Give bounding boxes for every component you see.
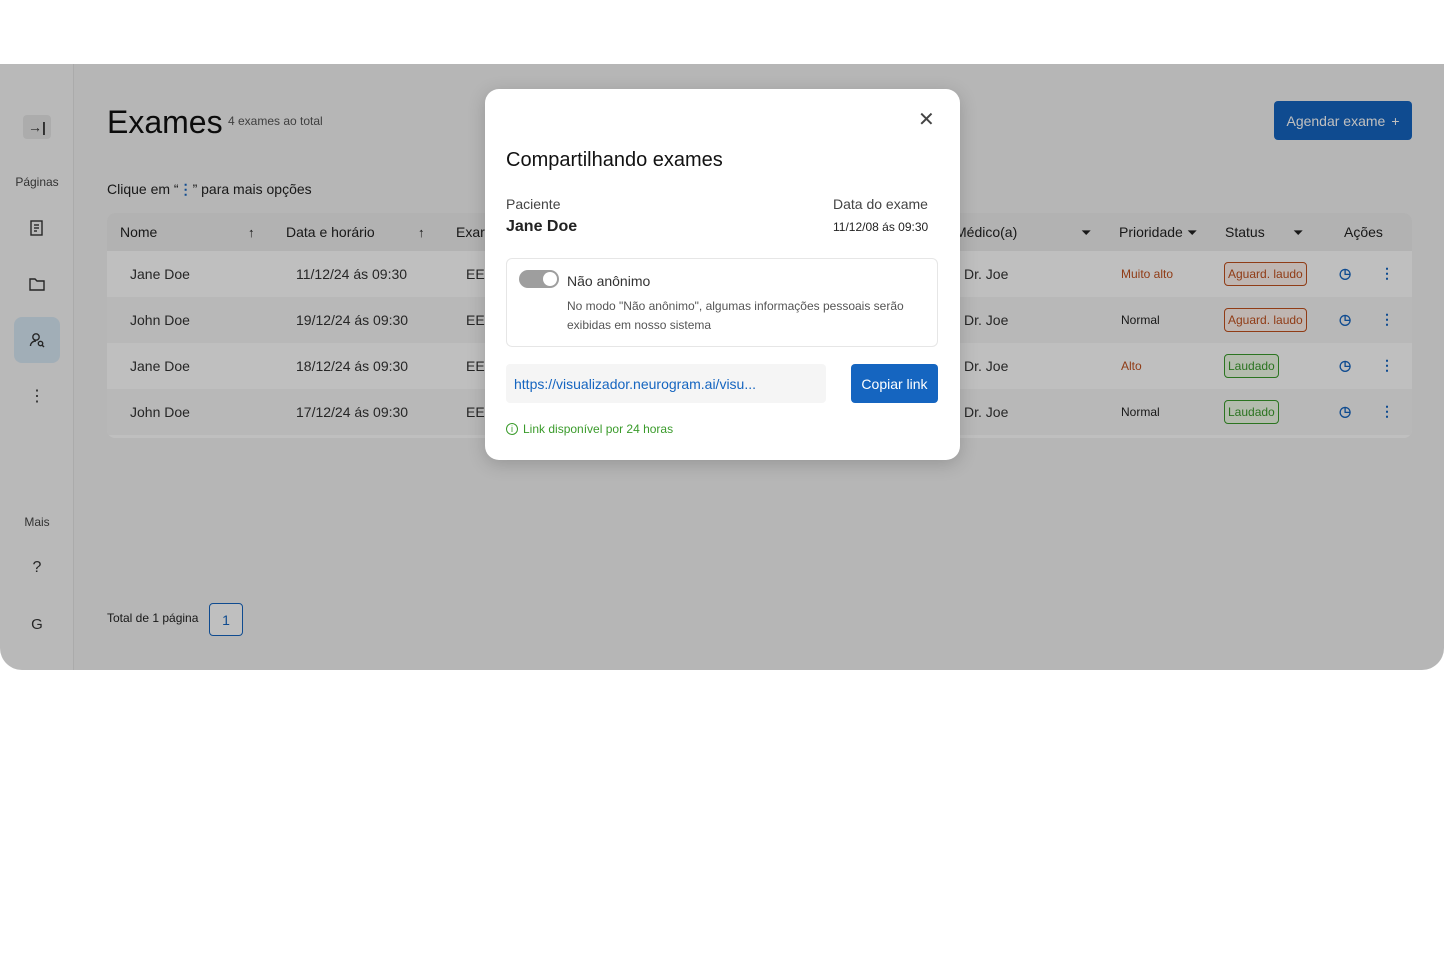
copy-link-button[interactable]: Copiar link bbox=[851, 364, 938, 403]
toggle-description: No modo "Não anônimo", algumas informaçõ… bbox=[567, 299, 904, 332]
close-icon[interactable]: ✕ bbox=[918, 107, 935, 132]
share-exam-dialog: ✕ Compartilhando exames Paciente Data do… bbox=[485, 89, 960, 460]
toggle-knob bbox=[543, 272, 557, 286]
patient-label: Paciente bbox=[506, 196, 561, 212]
link-expiry-text: Link disponível por 24 horas bbox=[523, 422, 674, 436]
dialog-title: Compartilhando exames bbox=[506, 149, 723, 171]
share-link-field[interactable] bbox=[506, 364, 826, 403]
toggle-label: Não anônimo bbox=[567, 273, 651, 289]
exam-date-label: Data do exame bbox=[833, 196, 928, 212]
anonymity-toggle[interactable] bbox=[519, 270, 559, 288]
link-expiry-info: i Link disponível por 24 horas bbox=[506, 422, 673, 436]
patient-name: Jane Doe bbox=[506, 218, 578, 235]
info-icon: i bbox=[506, 423, 518, 435]
anonymity-panel: Não anônimo No modo "Não anônimo", algum… bbox=[506, 258, 938, 347]
exam-date-value: 11/12/08 ás 09:30 bbox=[833, 220, 929, 234]
